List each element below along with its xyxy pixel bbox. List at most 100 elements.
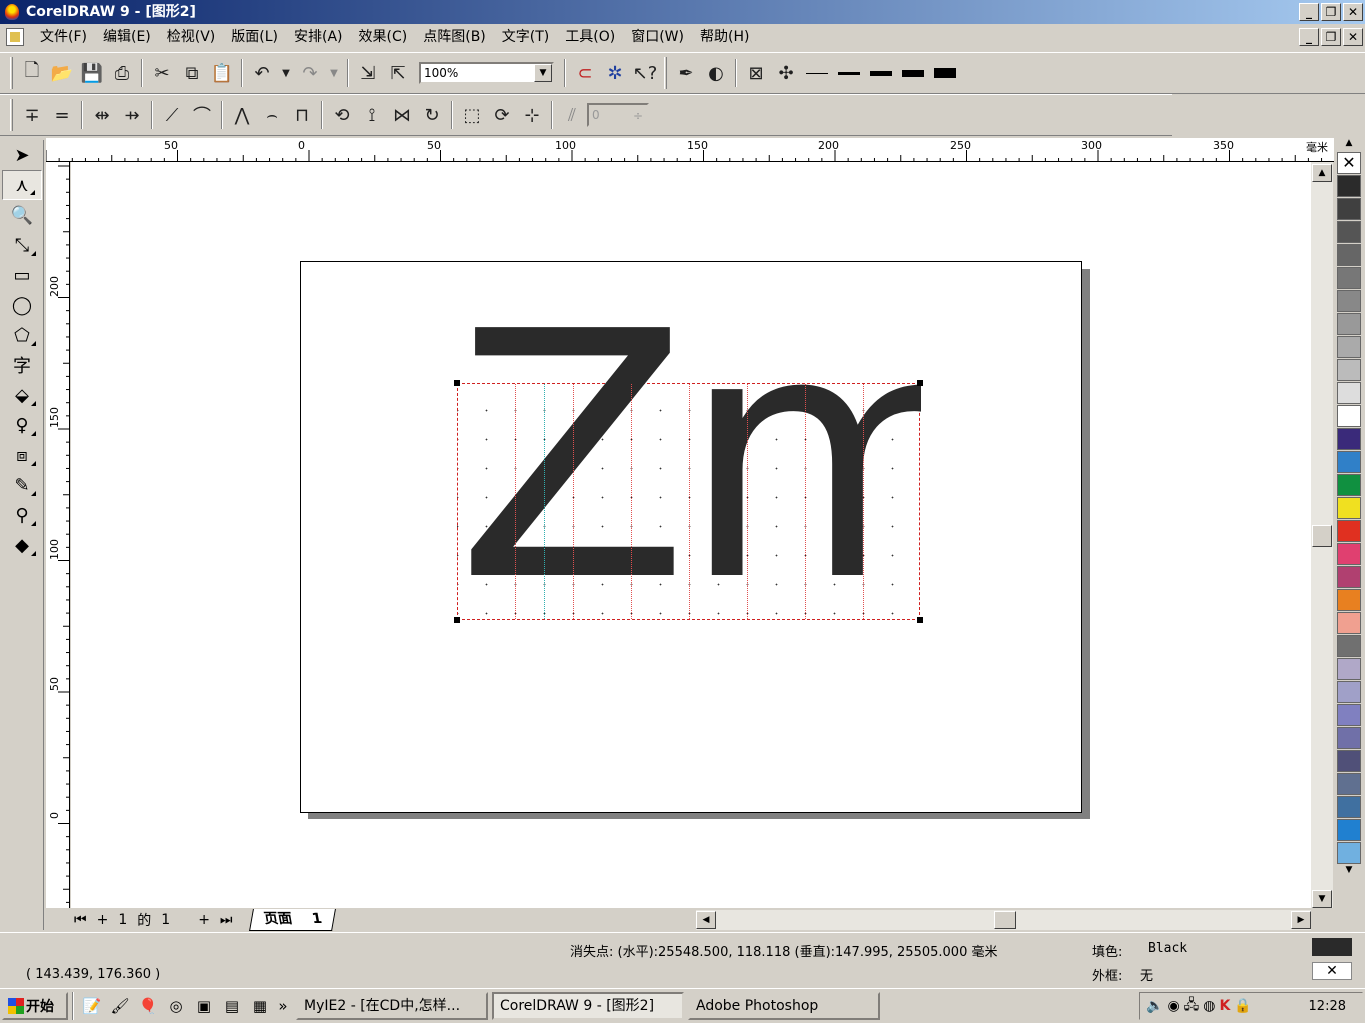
- delete-node-icon[interactable]: =: [47, 100, 77, 130]
- media-icon[interactable]: ◎: [162, 993, 190, 1019]
- start-button[interactable]: 开始: [2, 992, 68, 1020]
- to-line-icon[interactable]: ⟋: [157, 100, 187, 130]
- color-swatch[interactable]: [1337, 221, 1361, 243]
- menu-file[interactable]: 文件(F): [32, 24, 95, 50]
- volume-icon[interactable]: 🔈: [1146, 998, 1163, 1014]
- color-swatch[interactable]: [1337, 359, 1361, 381]
- snap-magnet-icon[interactable]: ⊂: [570, 58, 600, 88]
- rotate-nodes-icon[interactable]: ⟳: [487, 100, 517, 130]
- shape-tool-icon[interactable]: ⋏: [2, 170, 42, 200]
- doc-restore-button[interactable]: ❐: [1321, 28, 1341, 46]
- color-swatch[interactable]: [1337, 612, 1361, 634]
- archive-icon[interactable]: ▦: [246, 993, 274, 1019]
- color-swatch[interactable]: [1337, 819, 1361, 841]
- last-page-icon[interactable]: ⏭: [220, 912, 233, 928]
- color-swatch[interactable]: [1337, 244, 1361, 266]
- cusp-node-icon[interactable]: ⋀: [227, 100, 257, 130]
- text-tool-icon[interactable]: 字: [2, 350, 42, 380]
- color-swatch[interactable]: [1337, 336, 1361, 358]
- color-swatch[interactable]: [1337, 520, 1361, 542]
- menu-tools[interactable]: 工具(O): [557, 24, 623, 50]
- color-swatch[interactable]: [1337, 727, 1361, 749]
- color-swatch[interactable]: [1337, 405, 1361, 427]
- extend-curve-icon[interactable]: ⟟: [357, 100, 387, 130]
- color-swatch[interactable]: [1337, 681, 1361, 703]
- horizontal-scroll-thumb[interactable]: [994, 911, 1016, 929]
- menu-edit[interactable]: 编辑(E): [95, 24, 159, 50]
- menu-view[interactable]: 检视(V): [159, 24, 224, 50]
- cut-icon[interactable]: ✂: [147, 58, 177, 88]
- color-swatch[interactable]: [1337, 543, 1361, 565]
- outline-width-1-icon[interactable]: [801, 58, 833, 88]
- outline-width-5-icon[interactable]: [929, 58, 961, 88]
- menu-effects[interactable]: 效果(C): [351, 24, 416, 50]
- outline-tool-icon[interactable]: ⚲: [2, 500, 42, 530]
- color-swatch[interactable]: [1337, 175, 1361, 197]
- application-launcher-icon[interactable]: ✲: [600, 58, 630, 88]
- pen-icon[interactable]: ✒: [671, 58, 701, 88]
- add-page-before-icon[interactable]: +: [97, 912, 109, 928]
- import-icon[interactable]: ⇲: [353, 58, 383, 88]
- interactive-transparency-tool-icon[interactable]: ♀: [2, 410, 42, 440]
- auto-close-icon[interactable]: ↻: [417, 100, 447, 130]
- menu-text[interactable]: 文字(T): [494, 24, 557, 50]
- color-swatch[interactable]: [1337, 842, 1361, 864]
- save-icon[interactable]: 💾: [77, 58, 107, 88]
- no-outline-icon[interactable]: ⊠: [741, 58, 771, 88]
- notepad-icon[interactable]: 📝: [78, 993, 106, 1019]
- color-swatch[interactable]: [1337, 589, 1361, 611]
- align-nodes-icon[interactable]: ⊹: [517, 100, 547, 130]
- reverse-direction-icon[interactable]: ⟲: [327, 100, 357, 130]
- task-coreldraw[interactable]: CorelDRAW 9 - [图形2]: [492, 992, 684, 1020]
- kaspersky-icon[interactable]: K: [1220, 998, 1231, 1014]
- toolbar-grip[interactable]: [10, 57, 13, 89]
- redo-icon[interactable]: ↷: [295, 58, 325, 88]
- selection-handle[interactable]: [454, 617, 460, 623]
- scroll-up-icon[interactable]: ▲: [1312, 164, 1332, 182]
- add-page-after-icon[interactable]: +: [198, 912, 210, 928]
- vertical-scroll-thumb[interactable]: [1312, 525, 1332, 547]
- open-icon[interactable]: 📂: [47, 58, 77, 88]
- no-fill-swatch[interactable]: ✕: [1337, 152, 1361, 174]
- color-swatch[interactable]: [1337, 382, 1361, 404]
- elastic-mode-icon[interactable]: ⫽: [557, 100, 587, 130]
- task-photoshop[interactable]: Adobe Photoshop: [688, 992, 880, 1020]
- drawing-canvas[interactable]: Zm: [71, 162, 1311, 908]
- color-swatch[interactable]: [1337, 750, 1361, 772]
- color-swatch[interactable]: [1337, 704, 1361, 726]
- freehand-tool-icon[interactable]: ⤡: [2, 230, 42, 260]
- menu-arrange[interactable]: 安排(A): [286, 24, 351, 50]
- color-swatch[interactable]: [1337, 474, 1361, 496]
- color-swatch[interactable]: [1337, 198, 1361, 220]
- network-icon[interactable]: 🖧: [1184, 994, 1200, 1018]
- color-swatch[interactable]: [1337, 773, 1361, 795]
- scroll-left-icon[interactable]: ◀: [696, 911, 716, 929]
- minimize-button[interactable]: _: [1299, 3, 1319, 21]
- scroll-right-icon[interactable]: ▶: [1291, 911, 1311, 929]
- new-icon[interactable]: 🗋: [17, 58, 47, 88]
- break-curve-icon[interactable]: ⇸: [117, 100, 147, 130]
- vertical-ruler[interactable]: 200 150 100 50 0: [46, 162, 70, 908]
- menu-window[interactable]: 窗口(W): [623, 24, 692, 50]
- menu-bitmaps[interactable]: 点阵图(B): [415, 24, 494, 50]
- color-swatch[interactable]: [1337, 658, 1361, 680]
- undo-icon[interactable]: ↶: [247, 58, 277, 88]
- print-icon[interactable]: ⎙: [107, 58, 137, 88]
- color-swatch[interactable]: [1337, 497, 1361, 519]
- selected-text-object[interactable]: Zm: [454, 318, 923, 623]
- to-curve-icon[interactable]: ⌒: [187, 100, 217, 130]
- document-icon[interactable]: [6, 28, 24, 46]
- vertical-scrollbar[interactable]: ▲ ▼: [1311, 162, 1333, 908]
- color-swatch[interactable]: [1337, 566, 1361, 588]
- color-swatch[interactable]: [1337, 313, 1361, 335]
- fill-tool-icon[interactable]: ◆: [2, 530, 42, 560]
- chevron-down-icon[interactable]: ▼: [534, 64, 552, 82]
- horizontal-ruler[interactable]: 50 0 50 100 150 200 250 300 350 毫米: [46, 138, 1334, 162]
- palette-scroll-up-icon[interactable]: ▲: [1337, 138, 1361, 152]
- undo-dropdown-icon[interactable]: ▼: [277, 58, 295, 88]
- more-icon[interactable]: »: [274, 993, 292, 1019]
- polygon-tool-icon[interactable]: ⬠: [2, 320, 42, 350]
- outline-width-4-icon[interactable]: [897, 58, 929, 88]
- doc-minimize-button[interactable]: _: [1299, 28, 1319, 46]
- palette-scroll-down-icon[interactable]: ▼: [1337, 865, 1361, 879]
